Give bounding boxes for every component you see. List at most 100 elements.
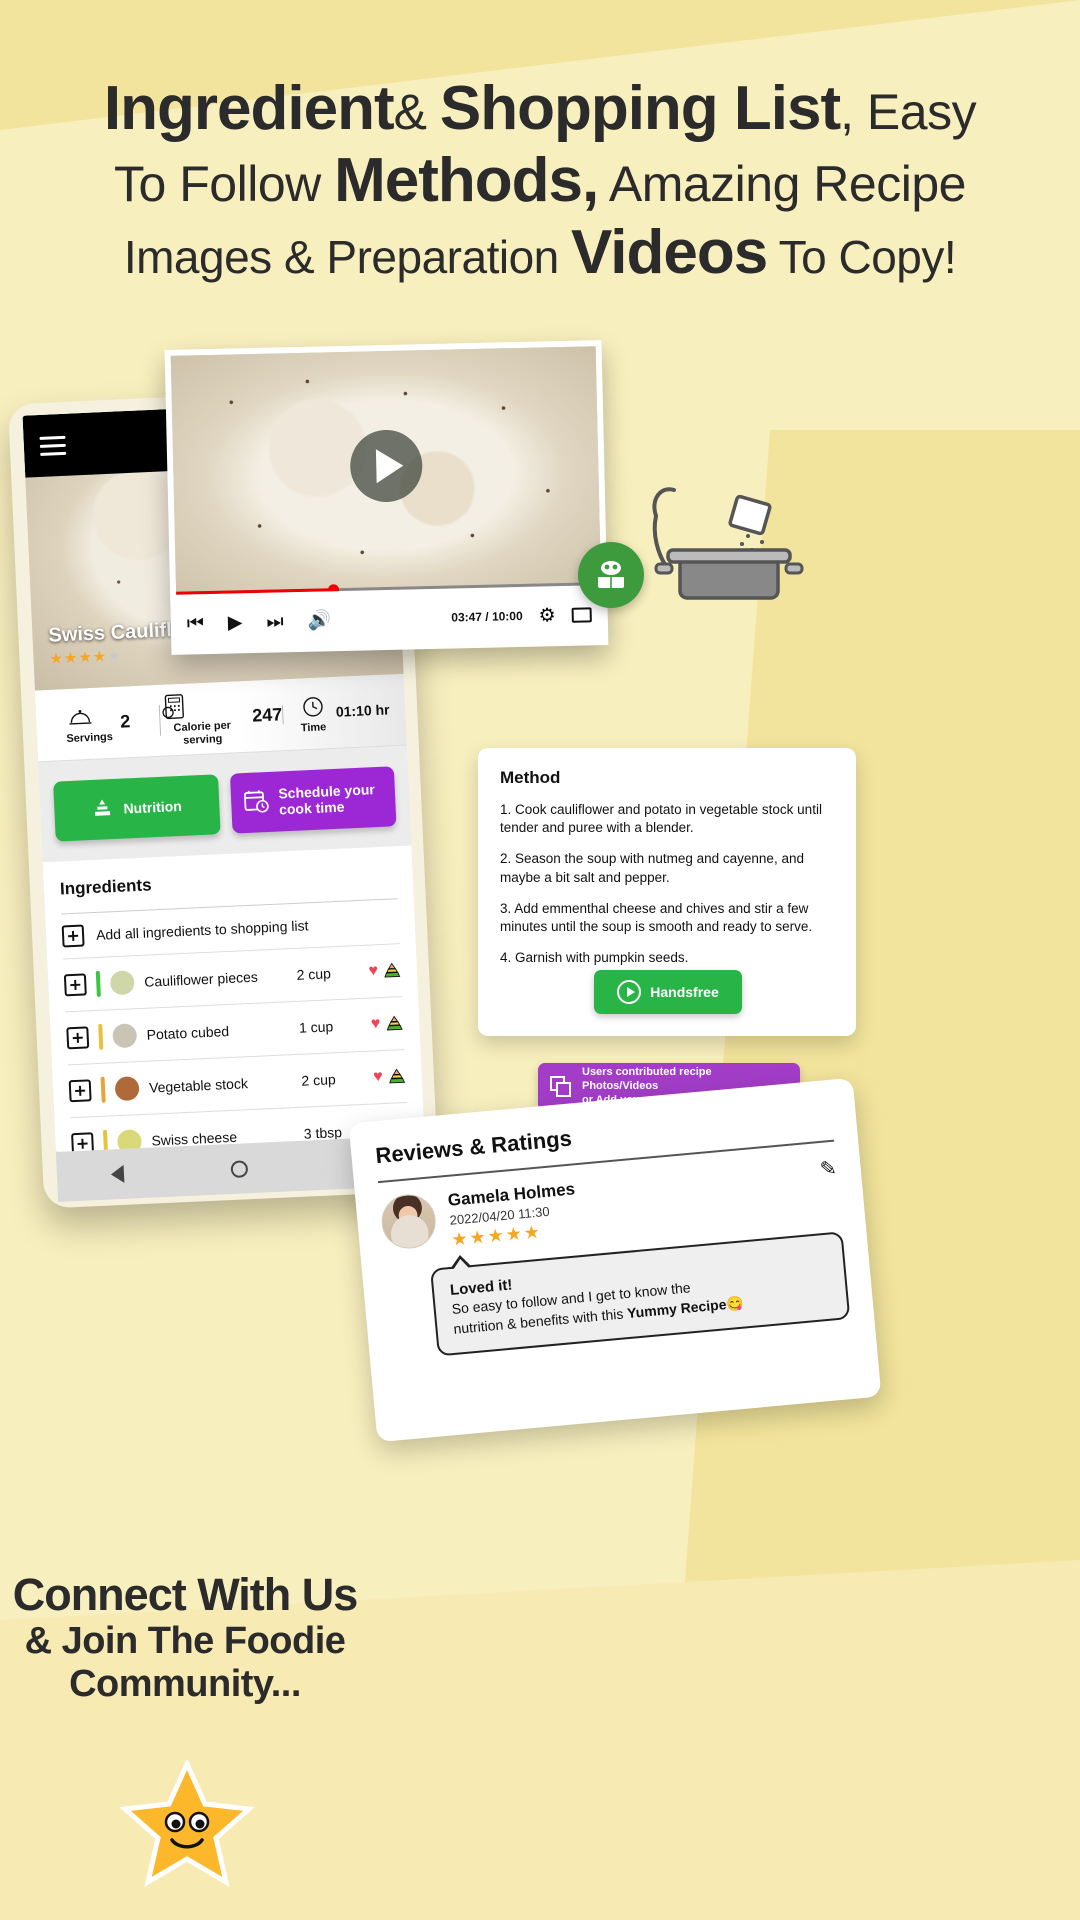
method-step: 4. Garnish with pumpkin seeds. bbox=[500, 950, 689, 966]
calendar-clock-icon bbox=[242, 788, 269, 818]
stat-time-value: 01:10 hr bbox=[335, 701, 390, 721]
headline-word-ingredient: Ingredient bbox=[103, 74, 395, 143]
headline-amp-1: & bbox=[393, 84, 440, 140]
headline-to-copy: To Copy! bbox=[767, 231, 957, 283]
ingredients-card: Ingredients Add all ingredients to shopp… bbox=[42, 845, 425, 1152]
bottom-line-1: Connect With Us bbox=[12, 1569, 359, 1620]
ingredient-quantity: 2 cup bbox=[301, 1071, 337, 1089]
add-all-ingredients-label: Add all ingredients to shopping list bbox=[95, 917, 309, 944]
video-time-display: 03:47 / 10:00 bbox=[451, 608, 523, 625]
method-step: 3. Add emmenthal cheese and chives and s… bbox=[500, 900, 813, 935]
heart-health-icon: ♥ bbox=[368, 962, 379, 980]
handsfree-button-label: Handsfree bbox=[650, 984, 719, 1000]
gear-icon[interactable]: ⚙ bbox=[538, 604, 556, 627]
method-step: 1. Cook cauliflower and potato in vegeta… bbox=[500, 802, 822, 836]
volume-icon[interactable]: 🔊 bbox=[307, 610, 331, 632]
star-mascot-icon bbox=[118, 1757, 256, 1892]
headline-word-easy: , Easy bbox=[840, 84, 977, 140]
fullscreen-icon[interactable] bbox=[571, 606, 592, 623]
video-frame[interactable] bbox=[170, 346, 602, 595]
headline-line-2: To Follow Methods, Amazing Recipe bbox=[0, 150, 1080, 212]
stat-calories: Calorie per serving 247 bbox=[158, 687, 283, 748]
back-triangle-icon[interactable] bbox=[110, 1164, 125, 1184]
stat-calories-label: Calorie per serving bbox=[173, 719, 232, 747]
handsfree-button[interactable]: Handsfree bbox=[594, 970, 742, 1014]
food-pyramid-icon bbox=[389, 1068, 406, 1084]
ingredient-thumbnail bbox=[112, 1023, 138, 1049]
video-player-card: ⏮ ▶ ⏭ 🔊 03:47 / 10:00 ⚙ bbox=[164, 340, 609, 655]
ingredient-badges: ♥ bbox=[368, 961, 401, 980]
rating-empty: ★ bbox=[106, 647, 123, 666]
nutrition-button-label: Nutrition bbox=[123, 797, 183, 817]
cooking-pot-illustration bbox=[628, 478, 818, 608]
headline-word-videos: Videos bbox=[571, 218, 768, 287]
ingredient-name: Vegetable stock bbox=[148, 1075, 249, 1096]
ingredient-color-bar bbox=[98, 1023, 104, 1051]
review-bubble: Loved it! So easy to follow and I get to… bbox=[430, 1231, 851, 1357]
ingredient-color-bar bbox=[95, 970, 101, 998]
ingredient-badges: ♥ bbox=[371, 1014, 404, 1033]
heart-health-icon: ♥ bbox=[372, 1068, 384, 1086]
home-circle-icon[interactable] bbox=[230, 1159, 249, 1178]
ingredient-thumbnail bbox=[109, 970, 135, 996]
schedule-cook-time-button[interactable]: Schedule your cook time bbox=[229, 766, 397, 834]
chef-book-badge-icon[interactable] bbox=[578, 542, 644, 608]
previous-icon[interactable]: ⏮ bbox=[187, 613, 205, 634]
method-card: Method 1. Cook cauliflower and potato in… bbox=[478, 748, 856, 1036]
headline-to-follow: To Follow bbox=[114, 156, 335, 212]
bottom-line-3: Community... bbox=[69, 1662, 301, 1705]
add-ingredient-plus-icon[interactable] bbox=[66, 1026, 90, 1050]
clock-icon bbox=[297, 691, 328, 722]
stat-servings-label: Servings bbox=[66, 731, 114, 746]
ingredients-title: Ingredients bbox=[59, 875, 152, 899]
food-pyramid-icon bbox=[384, 962, 401, 978]
serving-dome-icon bbox=[65, 702, 96, 733]
reviews-card: Reviews & Ratings Gamela Holmes 2022/04/… bbox=[348, 1077, 882, 1443]
recipe-rating: ★★★★★ bbox=[49, 646, 122, 667]
next-icon[interactable]: ⏭ bbox=[266, 611, 284, 632]
play-icon[interactable]: ▶ bbox=[228, 612, 243, 633]
stat-time-label: Time bbox=[300, 721, 327, 735]
add-ingredient-plus-icon[interactable] bbox=[71, 1132, 95, 1152]
method-step-list: 1. Cook cauliflower and potato in vegeta… bbox=[500, 801, 834, 968]
add-ingredient-plus-icon[interactable] bbox=[63, 973, 87, 997]
copy-photos-icon bbox=[550, 1076, 572, 1098]
headline-line-3: Images & Preparation Videos To Copy! bbox=[0, 222, 1080, 284]
play-overlay-icon[interactable] bbox=[348, 428, 423, 503]
ingredient-name: Potato cubed bbox=[146, 1023, 230, 1043]
hamburger-icon[interactable] bbox=[39, 435, 67, 461]
ingredient-quantity: 1 cup bbox=[298, 1018, 334, 1036]
headline-word-methods: Methods, bbox=[334, 146, 599, 215]
reviews-title: Reviews & Ratings bbox=[374, 1125, 573, 1169]
bottom-cta-text: Connect With Us & Join The Foodie Commun… bbox=[0, 1569, 370, 1705]
rating-filled: ★★★★ bbox=[49, 648, 108, 668]
action-button-row: Nutrition Schedule your cook time bbox=[38, 745, 412, 863]
method-step: 2. Season the soup with nutmeg and cayen… bbox=[500, 851, 804, 885]
ingredient-badges: ♥ bbox=[373, 1067, 406, 1086]
heart-health-icon: ♥ bbox=[370, 1015, 381, 1033]
pencil-edit-icon[interactable]: ✎ bbox=[819, 1156, 838, 1182]
avatar bbox=[379, 1192, 439, 1251]
headline-images-preparation: Images & Preparation bbox=[123, 231, 572, 283]
headline-word-shopping-list: Shopping List bbox=[439, 74, 841, 143]
pyramid-icon bbox=[91, 798, 114, 822]
nutrition-button[interactable]: Nutrition bbox=[53, 774, 221, 842]
headline-line-1: Ingredient& Shopping List, Easy bbox=[0, 78, 1080, 140]
circle-play-icon bbox=[617, 980, 642, 1004]
headline-amazing-recipe: Amazing Recipe bbox=[598, 156, 967, 212]
calorie-calculator-icon bbox=[158, 691, 189, 722]
video-controls: ⏮ ▶ ⏭ 🔊 03:47 / 10:00 ⚙ bbox=[176, 585, 603, 653]
schedule-button-line2: cook time bbox=[278, 798, 345, 818]
ingredient-color-bar bbox=[100, 1076, 106, 1104]
bottom-line-2: & Join The Foodie bbox=[24, 1620, 346, 1663]
review-emoji: 😋 bbox=[725, 1294, 745, 1313]
headline: Ingredient& Shopping List, Easy To Follo… bbox=[0, 78, 1080, 294]
stat-servings: Servings 2 bbox=[36, 699, 161, 747]
ingredient-name: Cauliflower pieces bbox=[143, 968, 259, 990]
add-ingredient-plus-icon[interactable] bbox=[68, 1079, 92, 1103]
add-all-plus-icon[interactable] bbox=[61, 924, 85, 948]
ingredient-quantity: 2 cup bbox=[296, 965, 332, 984]
method-title: Method bbox=[500, 768, 561, 787]
stat-servings-value: 2 bbox=[119, 711, 131, 732]
ingredient-thumbnail bbox=[114, 1076, 140, 1102]
